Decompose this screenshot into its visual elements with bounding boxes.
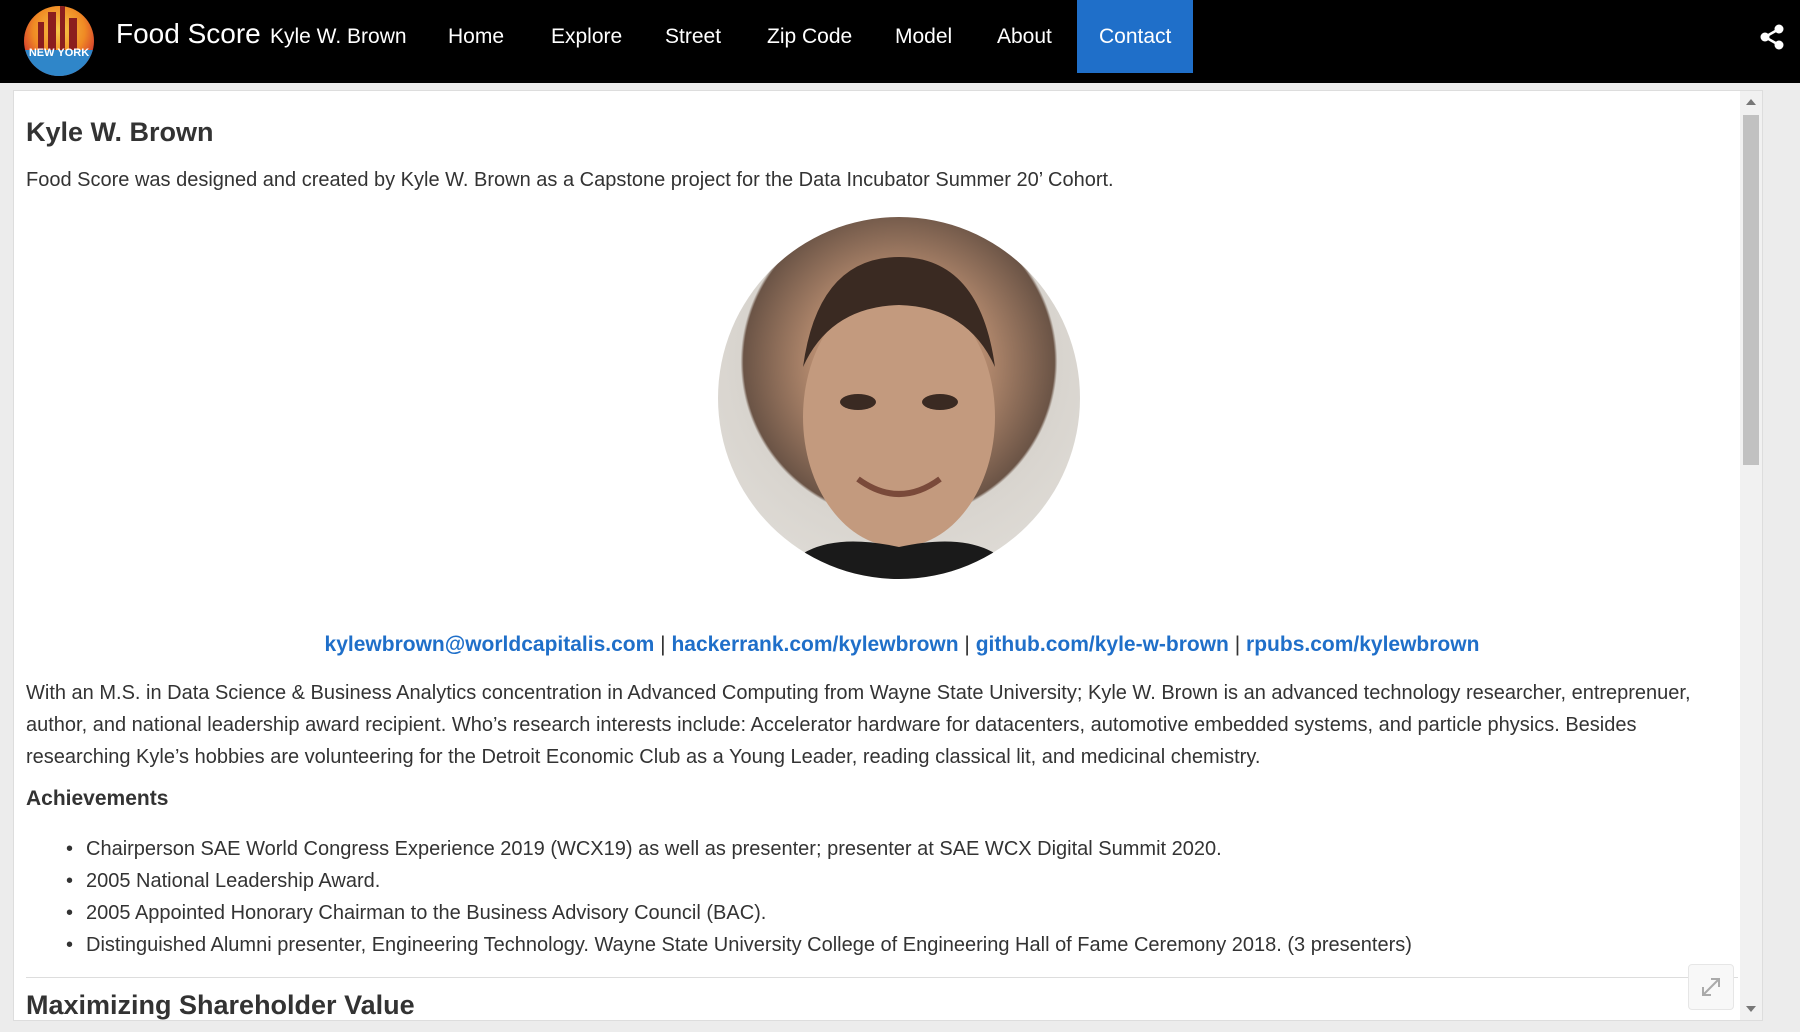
- link-separator: |: [660, 633, 666, 656]
- scroll-up-arrow-icon[interactable]: [1746, 99, 1756, 105]
- nav-street[interactable]: Street: [643, 0, 743, 73]
- link-separator: |: [1234, 633, 1241, 656]
- brand-title[interactable]: Food Score: [116, 18, 261, 50]
- list-item: Chairperson SAE World Congress Experienc…: [66, 833, 1412, 865]
- scroll-down-arrow-icon[interactable]: [1746, 1006, 1756, 1012]
- link-separator: |: [964, 633, 970, 656]
- nav-explore[interactable]: Explore: [529, 0, 644, 73]
- github-link[interactable]: github.com/kyle-w-brown: [976, 633, 1229, 656]
- hackerrank-link[interactable]: hackerrank.com/kylewbrown: [671, 633, 958, 656]
- scrollbar-thumb[interactable]: [1743, 115, 1759, 465]
- profile-photo: [718, 217, 1080, 579]
- logo-text: NEW YORK: [28, 47, 90, 59]
- author-subtitle: Kyle W. Brown: [270, 25, 407, 48]
- list-item: Distinguished Alumni presenter, Engineer…: [66, 929, 1412, 961]
- contact-links: kylewbrown@worldcapitalis.com | hackerra…: [26, 633, 1762, 657]
- top-navbar: NEW YORK Food Score Kyle W. Brown Home E…: [0, 0, 1800, 83]
- nav-about[interactable]: About: [975, 0, 1074, 73]
- expand-button[interactable]: [1688, 964, 1734, 1010]
- list-item: 2005 Appointed Honorary Chairman to the …: [66, 897, 1412, 929]
- bio-paragraph: With an M.S. in Data Science & Business …: [26, 682, 1691, 768]
- rpubs-link[interactable]: rpubs.com/kylewbrown: [1246, 633, 1479, 656]
- nav-home[interactable]: Home: [426, 0, 526, 73]
- section-heading: Maximizing Shareholder Value: [26, 990, 415, 1020]
- nav-model[interactable]: Model: [873, 0, 974, 73]
- page-title: Kyle W. Brown: [26, 117, 214, 147]
- content-panel: Kyle W. Brown Food Score was designed an…: [13, 90, 1763, 1021]
- expand-icon: [1702, 978, 1720, 996]
- list-item: 2005 National Leadership Award.: [66, 865, 1412, 897]
- share-icon[interactable]: [1760, 24, 1784, 50]
- achievements-list: Chairperson SAE World Congress Experienc…: [66, 833, 1412, 961]
- nav-zip-code[interactable]: Zip Code: [745, 0, 874, 73]
- vertical-scrollbar[interactable]: [1740, 91, 1762, 1020]
- section-divider: [26, 977, 1738, 978]
- intro-text: Food Score was designed and created by K…: [26, 169, 1114, 191]
- achievements-heading: Achievements: [26, 787, 169, 810]
- new-york-logo[interactable]: NEW YORK: [24, 6, 94, 76]
- email-link[interactable]: kylewbrown@worldcapitalis.com: [325, 633, 655, 656]
- nav-contact[interactable]: Contact: [1077, 0, 1194, 73]
